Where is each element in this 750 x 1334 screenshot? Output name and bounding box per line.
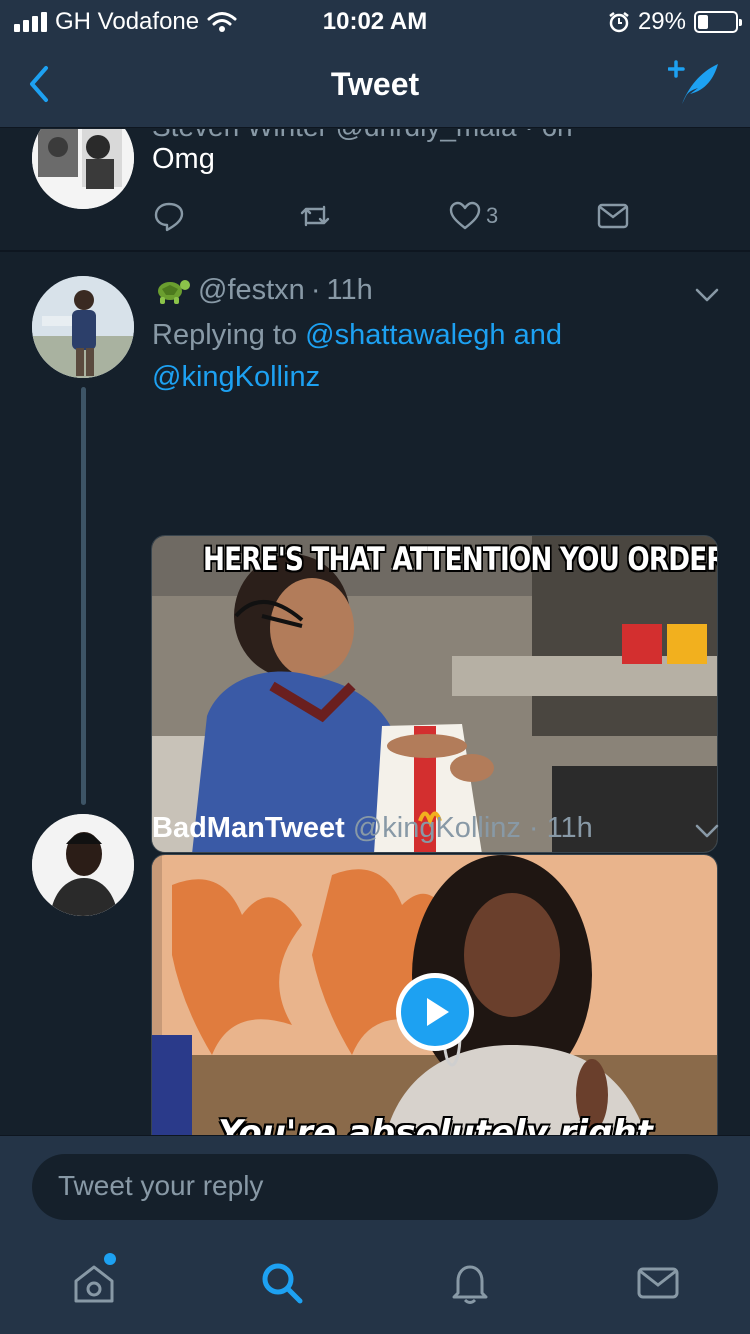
tab-messages[interactable]: [634, 1259, 682, 1307]
tweet-actions: 3: [152, 199, 642, 235]
tweet-image[interactable]: HERE'S THAT ATTENTION YOU ORDERED: [151, 535, 718, 853]
status-bar: GH Vodafone 10:02 AM 29%: [0, 0, 750, 40]
battery-icon: [694, 11, 742, 33]
reply-icon: [154, 202, 184, 232]
avatar[interactable]: [32, 129, 134, 209]
tweet-author-name[interactable]: BadManTweet: [152, 812, 345, 845]
tweet-festxn[interactable]: @festxn · 11h Replying to @shattawalegh …: [0, 252, 750, 908]
avatar[interactable]: [32, 276, 134, 378]
thread-line: [81, 387, 86, 805]
search-icon: [262, 1263, 303, 1304]
dot-separator: ·: [310, 274, 321, 306]
tweet-video[interactable]: You're absolutely right: [151, 854, 718, 1135]
mail-icon: [597, 203, 629, 229]
tab-bar: [0, 1235, 750, 1334]
tweet-handle[interactable]: @festxn: [198, 274, 305, 307]
mail-icon: [637, 1267, 679, 1299]
tweet-header-partial: Steven Winter @dnrdly_mala · 6h: [152, 129, 573, 143]
nav-bar: Tweet: [0, 40, 750, 128]
top-bar: GH Vodafone 10:02 AM 29% Tweet: [0, 0, 750, 128]
chevron-down-icon[interactable]: [694, 282, 720, 308]
tab-notifications[interactable]: [446, 1259, 494, 1307]
tab-home[interactable]: [70, 1253, 118, 1307]
reply-button[interactable]: [152, 199, 186, 233]
avatar[interactable]: [32, 814, 134, 916]
meme-caption: HERE'S THAT ATTENTION YOU ORDERED: [203, 540, 718, 578]
home-icon: [74, 1265, 114, 1303]
tweet-time: 11h: [326, 274, 373, 306]
tweet-steven[interactable]: Steven Winter @dnrdly_mala · 6h Omg 3: [0, 129, 750, 251]
replying-to: Replying to @shattawalegh and @kingKolli…: [152, 314, 622, 398]
video-caption: You're absolutely right: [218, 1113, 653, 1135]
retweet-icon: [300, 205, 330, 227]
tab-search[interactable]: [258, 1259, 306, 1307]
retweet-button[interactable]: [298, 199, 332, 233]
tweet-handle[interactable]: @kingKollinz: [353, 812, 521, 845]
compose-tweet-icon[interactable]: [668, 58, 722, 108]
page-title: Tweet: [330, 66, 420, 102]
reply-mention-2[interactable]: @kingKollinz: [152, 361, 320, 393]
turtle-emoji-icon: [158, 279, 190, 304]
notification-dot: [104, 1253, 116, 1265]
reply-and: and: [513, 319, 562, 351]
play-icon: [427, 998, 449, 1026]
meme-image-drawing: [152, 536, 717, 852]
play-button[interactable]: [396, 973, 474, 1051]
chevron-down-icon[interactable]: [694, 818, 720, 844]
tweet-time: 11h: [546, 812, 593, 844]
like-count: 3: [486, 203, 499, 228]
reply-bar: Tweet your reply: [0, 1135, 750, 1235]
dot-separator: ·: [528, 812, 539, 844]
replying-prefix: Replying to: [152, 319, 298, 351]
reply-input[interactable]: Tweet your reply: [32, 1154, 718, 1220]
conversation-feed: Steven Winter @dnrdly_mala · 6h Omg 3: [0, 129, 750, 1135]
alarm-icon: [609, 12, 629, 33]
bell-icon: [452, 1265, 488, 1304]
tweet-text: Omg: [152, 143, 215, 175]
share-button[interactable]: [596, 199, 630, 233]
tweet-badmantweet[interactable]: BadManTweet @kingKollinz · 11h You're ab…: [0, 812, 750, 1135]
heart-icon: [449, 201, 481, 230]
battery-percent: 29%: [637, 8, 686, 35]
like-button[interactable]: 3: [448, 199, 498, 233]
reply-mention-1[interactable]: @shattawalegh: [305, 319, 505, 351]
